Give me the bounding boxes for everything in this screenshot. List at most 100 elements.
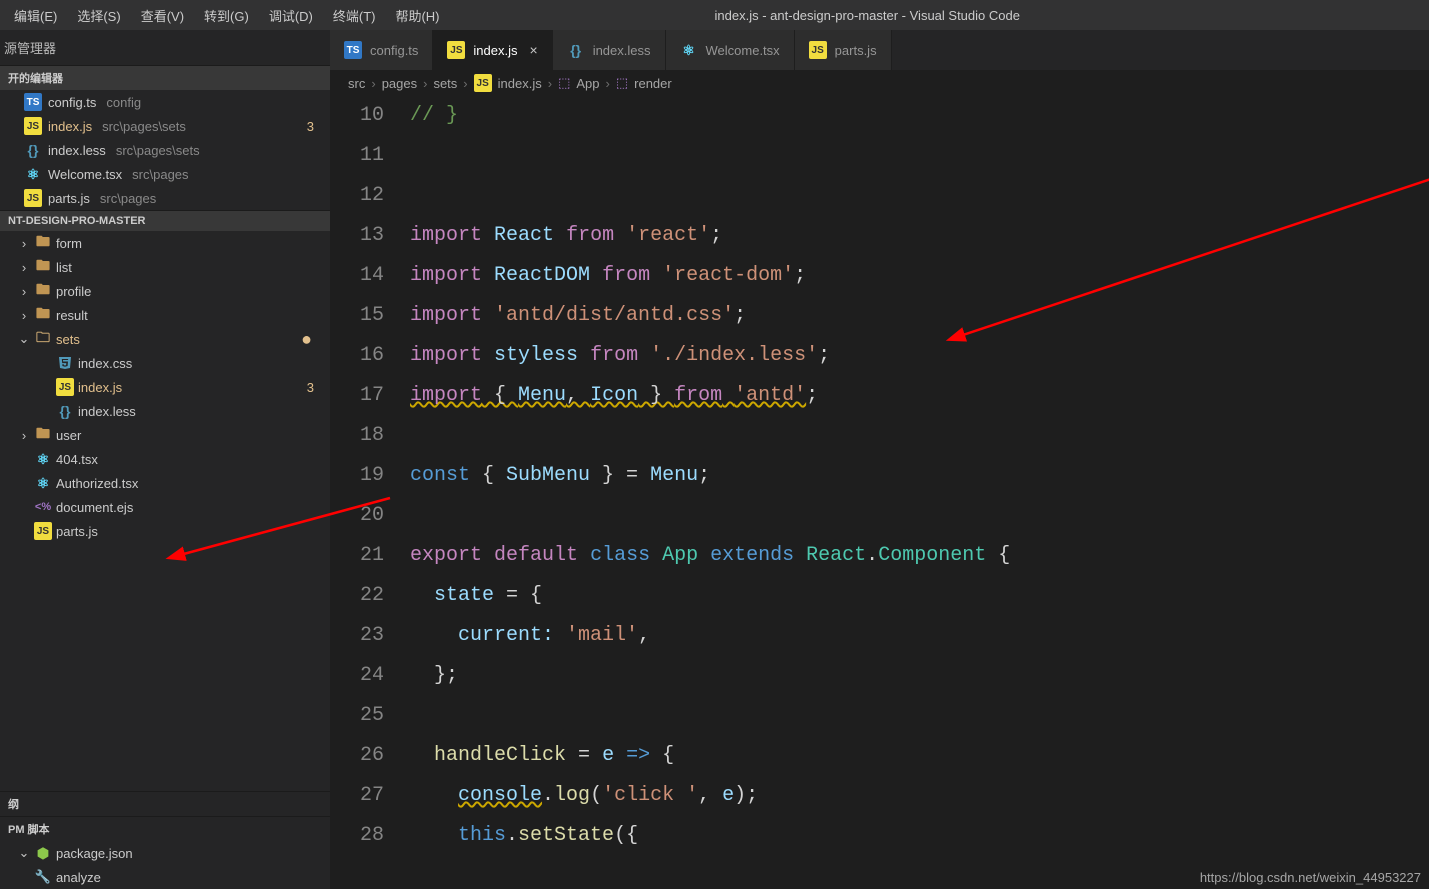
tree-label: user (56, 428, 81, 443)
tab-label: config.ts (370, 43, 418, 58)
outline-header[interactable]: 纲 (0, 791, 330, 816)
open-editor-item[interactable]: JSindex.jssrc\pages\sets3 (0, 114, 330, 138)
chevron-right-icon: › (423, 76, 427, 91)
file-path: config (106, 95, 141, 110)
line-number: 17 (330, 376, 384, 416)
editor-tab[interactable]: JSindex.js× (433, 30, 552, 70)
npm-scripts-header[interactable]: PM 脚本 (0, 816, 330, 841)
npm-script-item[interactable]: 🔧analyze (0, 865, 330, 889)
code-line[interactable]: // } (410, 96, 1429, 136)
line-number: 18 (330, 416, 384, 456)
react-icon: ⚛ (680, 41, 698, 59)
tree-file[interactable]: ⚛ Authorized.tsx (0, 471, 330, 495)
tree-folder[interactable]: ›🖿form (0, 231, 330, 255)
code-line[interactable]: }; (410, 656, 1429, 696)
react-icon: ⚛ (34, 474, 52, 492)
tree-file[interactable]: index.css (0, 351, 330, 375)
tree-folder[interactable]: ›🖿user (0, 423, 330, 447)
js-icon: JS (34, 522, 52, 540)
tree-label: Authorized.tsx (56, 476, 138, 491)
code-line[interactable]: state = { (410, 576, 1429, 616)
chevron-icon: › (18, 260, 30, 275)
menu-item[interactable]: 选择(S) (67, 6, 130, 25)
editor-tab[interactable]: JSparts.js (795, 30, 892, 70)
chevron-right-icon: › (606, 76, 610, 91)
tree-folder[interactable]: ›🖿result (0, 303, 330, 327)
code-line[interactable] (410, 696, 1429, 736)
code-line[interactable]: export default class App extends React.C… (410, 536, 1429, 576)
js-icon: JS (24, 117, 42, 135)
wrench-icon: 🔧 (34, 868, 52, 886)
file-path: src\pages (100, 191, 156, 206)
tree-label: index.css (78, 356, 132, 371)
open-editor-item[interactable]: {}index.lesssrc\pages\sets (0, 138, 330, 162)
tree-folder[interactable]: ›🖿list (0, 255, 330, 279)
breadcrumb-segment[interactable]: pages (382, 76, 417, 91)
code-line[interactable]: this.setState({ (410, 816, 1429, 856)
npm-script-item[interactable]: ⌄⬢package.json (0, 841, 330, 865)
less-icon: {} (567, 41, 585, 59)
code-line[interactable]: import ReactDOM from 'react-dom'; (410, 256, 1429, 296)
react-icon: ⚛ (24, 165, 42, 183)
editor-tab[interactable]: {} index.less (553, 30, 666, 70)
code-line[interactable]: const { SubMenu } = Menu; (410, 456, 1429, 496)
file-path: src\pages\sets (116, 143, 200, 158)
open-editor-item[interactable]: JSparts.jssrc\pages (0, 186, 330, 210)
file-name: index.less (48, 143, 106, 158)
breadcrumb-segment[interactable]: index.js (498, 76, 542, 91)
code-line[interactable]: console.log('click ', e); (410, 776, 1429, 816)
line-number: 19 (330, 456, 384, 496)
open-editor-item[interactable]: ⚛Welcome.tsxsrc\pages (0, 162, 330, 186)
line-number: 24 (330, 656, 384, 696)
line-number: 26 (330, 736, 384, 776)
file-path: src\pages (132, 167, 188, 182)
breadcrumb-segment[interactable]: src (348, 76, 365, 91)
code-line[interactable]: import React from 'react'; (410, 216, 1429, 256)
ts-icon: TS (344, 41, 362, 59)
code-line[interactable] (410, 136, 1429, 176)
code-line[interactable]: import styless from './index.less'; (410, 336, 1429, 376)
editor-tab[interactable]: ⚛ Welcome.tsx (666, 30, 795, 70)
tree-file[interactable]: ⚛404.tsx (0, 447, 330, 471)
menu-item[interactable]: 编辑(E) (4, 6, 67, 25)
workspace-header[interactable]: NT-DESIGN-PRO-MASTER (0, 210, 330, 231)
tree-file[interactable]: {}index.less (0, 399, 330, 423)
menu-item[interactable]: 调试(D) (259, 6, 323, 25)
editor-tab[interactable]: TS config.ts (330, 30, 433, 70)
line-gutter: 10111213141516171819202122232425262728 (330, 96, 410, 856)
code-scroll[interactable]: 10111213141516171819202122232425262728 /… (330, 96, 1429, 889)
menu-item[interactable]: 终端(T) (323, 6, 386, 25)
code-line[interactable]: current: 'mail', (410, 616, 1429, 656)
menu-item[interactable]: 帮助(H) (385, 6, 449, 25)
tree-label: sets (56, 332, 80, 347)
code-lines[interactable]: // } import React from 'react';import Re… (410, 96, 1429, 856)
code-line[interactable] (410, 416, 1429, 456)
tree-file[interactable]: <%document.ejs (0, 495, 330, 519)
menu-item[interactable]: 转到(G) (194, 6, 259, 25)
tree-file[interactable]: JSparts.js (0, 519, 330, 543)
file-name: index.js (48, 119, 92, 134)
code-line[interactable]: import { Menu, Icon } from 'antd'; (410, 376, 1429, 416)
tree-file[interactable]: JSindex.js3 (0, 375, 330, 399)
chevron-right-icon: › (371, 76, 375, 91)
close-icon[interactable]: × (530, 42, 538, 58)
tab-label: Welcome.tsx (706, 43, 780, 58)
tree-folder[interactable]: ⌄🗀sets● (0, 327, 330, 351)
code-line[interactable] (410, 176, 1429, 216)
breadcrumb[interactable]: src›pages›sets›JSindex.js›⬚App›⬚render (330, 70, 1429, 96)
tree-folder[interactable]: ›🖿profile (0, 279, 330, 303)
breadcrumb-segment[interactable]: render (634, 76, 672, 91)
menu-item[interactable]: 查看(V) (131, 6, 194, 25)
window-title: index.js - ant-design-pro-master - Visua… (450, 8, 1425, 23)
open-editor-item[interactable]: TSconfig.tsconfig (0, 90, 330, 114)
code-line[interactable]: handleClick = e => { (410, 736, 1429, 776)
code-line[interactable]: import 'antd/dist/antd.css'; (410, 296, 1429, 336)
tree-label: index.less (78, 404, 136, 419)
tree-label: document.ejs (56, 500, 133, 515)
breadcrumb-segment[interactable]: App (576, 76, 599, 91)
tab-label: index.less (593, 43, 651, 58)
code-line[interactable] (410, 496, 1429, 536)
breadcrumb-segment[interactable]: sets (433, 76, 457, 91)
open-editors-header[interactable]: 开的编辑器 (0, 65, 330, 90)
chevron-icon: › (18, 308, 30, 323)
